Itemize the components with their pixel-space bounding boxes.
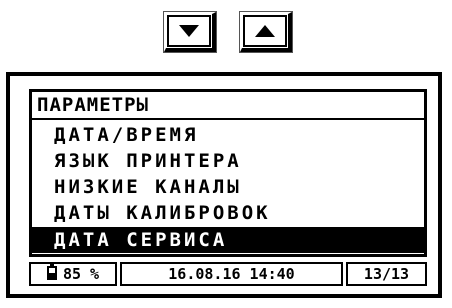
- scroll-down-button-face[interactable]: [167, 15, 211, 47]
- date-time-display: 16.08.16 14:40: [120, 262, 343, 286]
- page-indicator: 13/13: [346, 262, 427, 286]
- battery-level: 85 %: [62, 265, 100, 283]
- scroll-up-button[interactable]: [240, 12, 292, 52]
- menu-item-service-date[interactable]: ДАТА СЕРВИСА: [32, 227, 424, 253]
- triangle-down-icon: [179, 25, 199, 37]
- menu-item-low-channels[interactable]: НИЗКИЕ КАНАЛЫ: [32, 174, 424, 200]
- menu-title-divider: [32, 118, 424, 120]
- battery-icon: [46, 264, 57, 280]
- menu-item-date-time[interactable]: ДАТА/ВРЕМЯ: [32, 122, 424, 148]
- menu-item-calibration-dates[interactable]: ДАТЫ КАЛИБРОВОК: [32, 200, 424, 226]
- scroll-down-button[interactable]: [164, 12, 216, 52]
- triangle-up-icon: [255, 25, 275, 37]
- scroll-up-button-face[interactable]: [243, 15, 287, 47]
- parameters-menu: ПАРАМЕТРЫ ДАТА/ВРЕМЯ ЯЗЫК ПРИНТЕРА НИЗКИ…: [29, 89, 427, 257]
- device-display: ПАРАМЕТРЫ ДАТА/ВРЕМЯ ЯЗЫК ПРИНТЕРА НИЗКИ…: [6, 72, 442, 298]
- status-bar: 85 % 16.08.16 14:40 13/13: [29, 262, 427, 286]
- menu-title: ПАРАМЕТРЫ: [37, 94, 149, 116]
- menu-item-printer-language[interactable]: ЯЗЫК ПРИНТЕРА: [32, 148, 424, 174]
- battery-status: 85 %: [29, 262, 117, 286]
